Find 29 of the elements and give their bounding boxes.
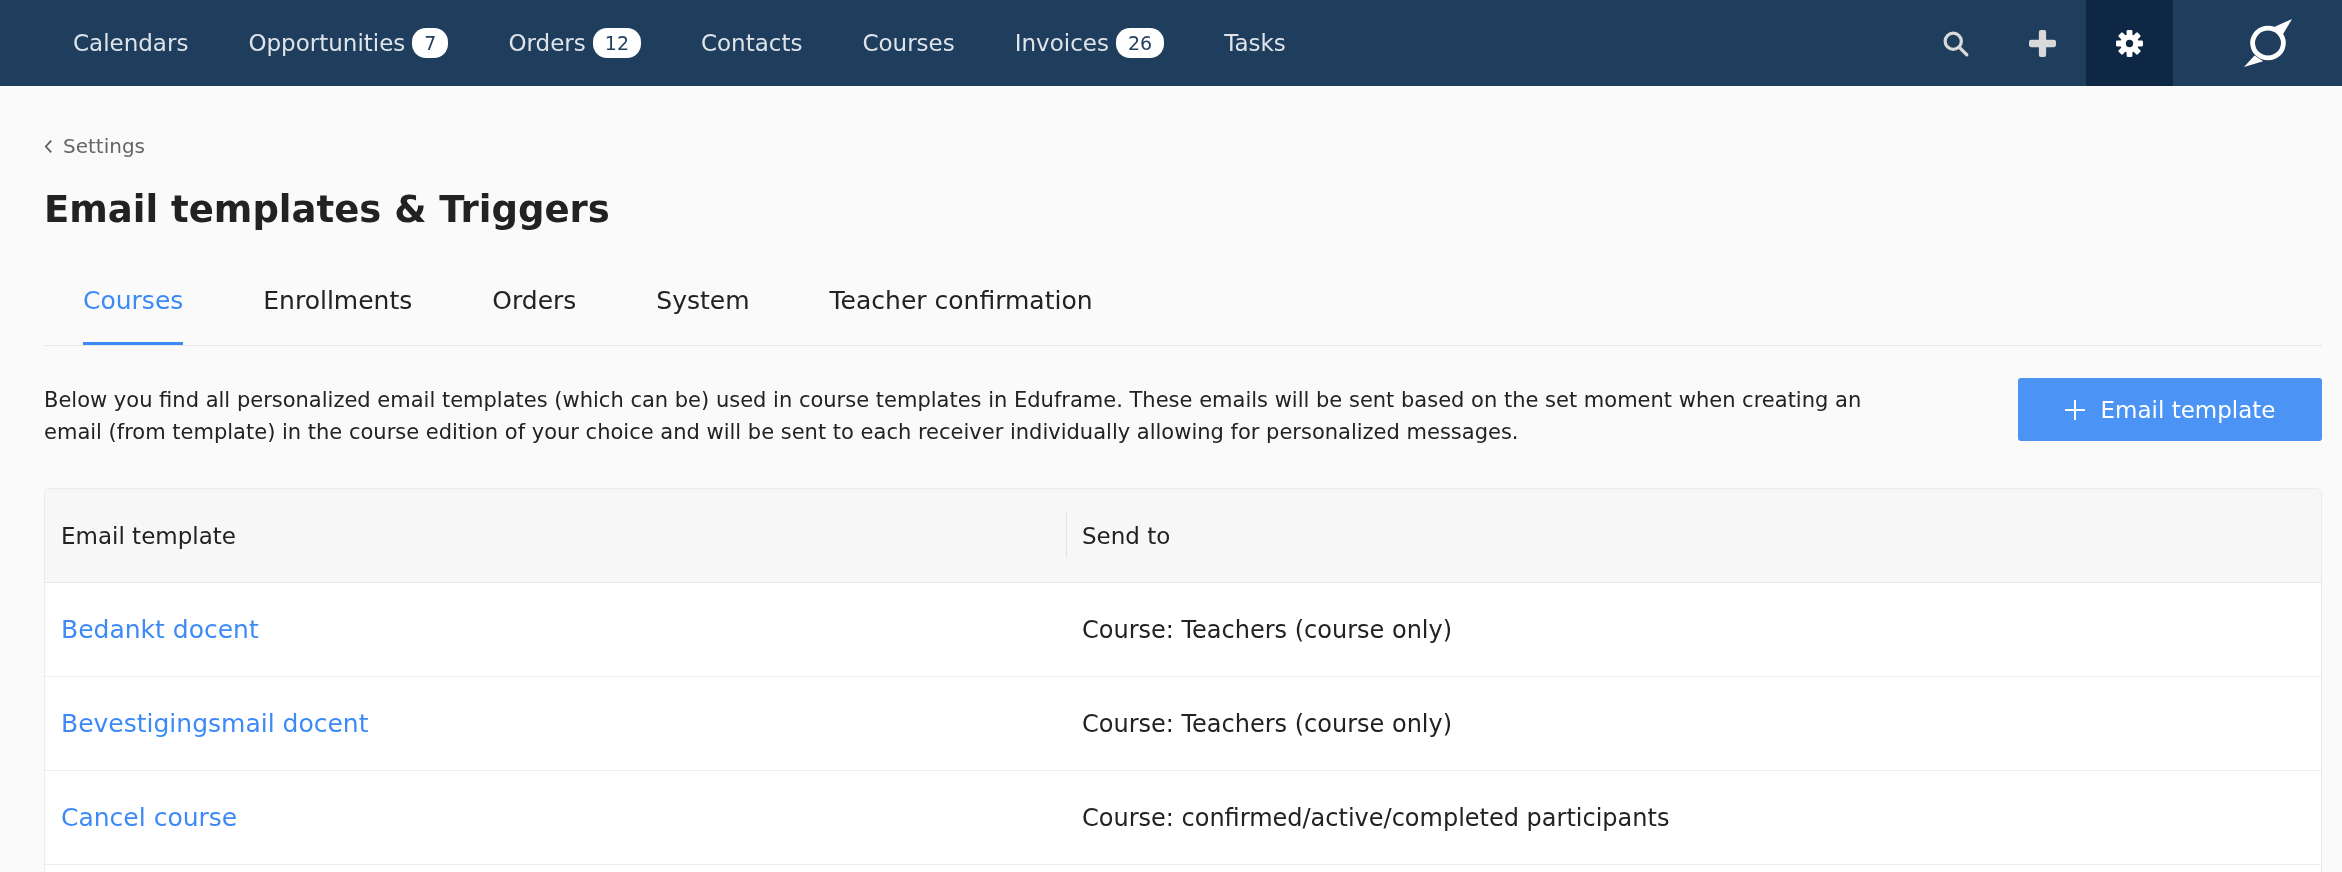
tab[interactable]: System — [656, 285, 750, 345]
page-title: Email templates & Triggers — [44, 188, 610, 232]
tab[interactable]: Teacher confirmation — [829, 285, 1093, 345]
nav-item[interactable]: Calendars — [73, 24, 189, 62]
table-cell: Course: confirmed/active/completed participants — [1082, 803, 1670, 832]
nav-item[interactable]: Contacts — [701, 24, 803, 62]
ring-logo-icon — [2243, 18, 2293, 68]
count-badge: 7 — [412, 28, 449, 58]
nav-item[interactable]: Orders 12 — [508, 22, 641, 64]
tab[interactable]: Enrollments — [263, 285, 413, 345]
settings-button[interactable] — [2086, 0, 2173, 86]
table-cell: Course: Teachers (course only) — [1082, 615, 1453, 644]
count-badge: 12 — [592, 28, 641, 58]
nav-item[interactable]: Invoices 26 — [1014, 22, 1165, 64]
count-badge: 26 — [1115, 28, 1165, 58]
column-header: Email template — [61, 522, 236, 549]
nav-item[interactable]: Tasks — [1224, 24, 1286, 62]
plus-icon — [2064, 399, 2085, 420]
column-header: Send to — [1082, 522, 1171, 549]
nav-item[interactable]: Courses — [862, 24, 955, 62]
description-text: Below you find all personalized email templates (which can be) used in course templates in Eduframe. These emails will be sent based on the set moment when creating an email (from template) in the course edition of your choice and will be sent to each receiver individually allowing for personalized messages. — [44, 387, 1863, 446]
search-icon — [1942, 29, 1969, 57]
back-link[interactable]: Settings — [44, 133, 146, 159]
nav-item[interactable]: Opportunities 7 — [248, 22, 449, 64]
table-cell: Course: Teachers (course only) — [1082, 709, 1453, 738]
plus-icon — [2029, 29, 2056, 57]
settings-icon — [2116, 29, 2143, 57]
tab[interactable]: Orders — [492, 285, 577, 345]
chevron-left-icon — [44, 138, 53, 154]
